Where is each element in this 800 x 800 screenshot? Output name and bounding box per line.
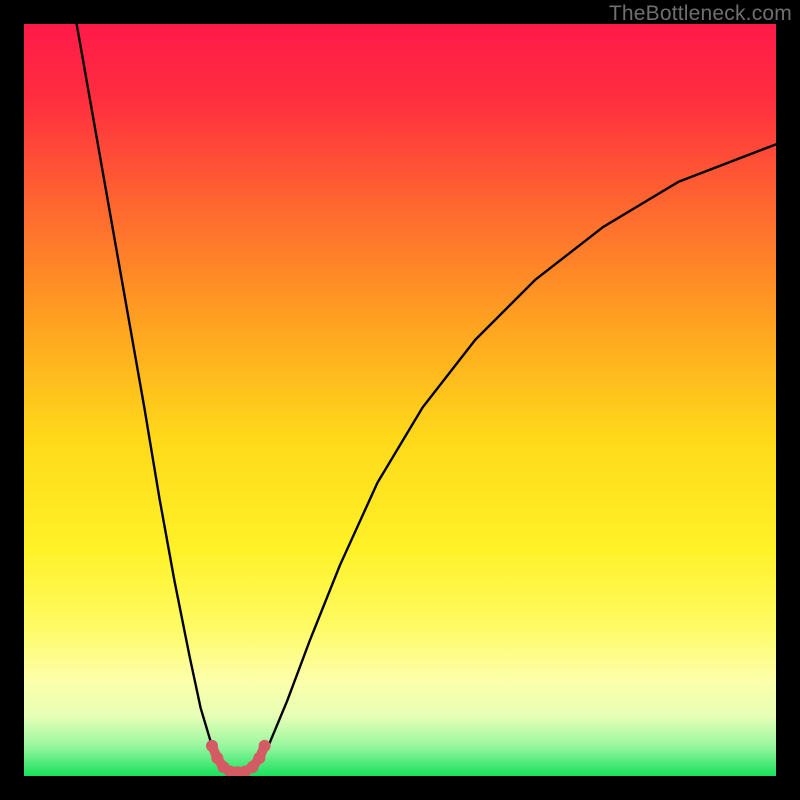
- marker-valley-marker: [253, 752, 265, 764]
- marker-valley-marker: [259, 740, 271, 752]
- marker-valley-marker: [206, 740, 218, 752]
- bottleneck-curve-plot: [24, 24, 776, 776]
- gradient-background: [24, 24, 776, 776]
- watermark-text: TheBottleneck.com: [609, 2, 792, 26]
- chart-frame: [24, 24, 776, 776]
